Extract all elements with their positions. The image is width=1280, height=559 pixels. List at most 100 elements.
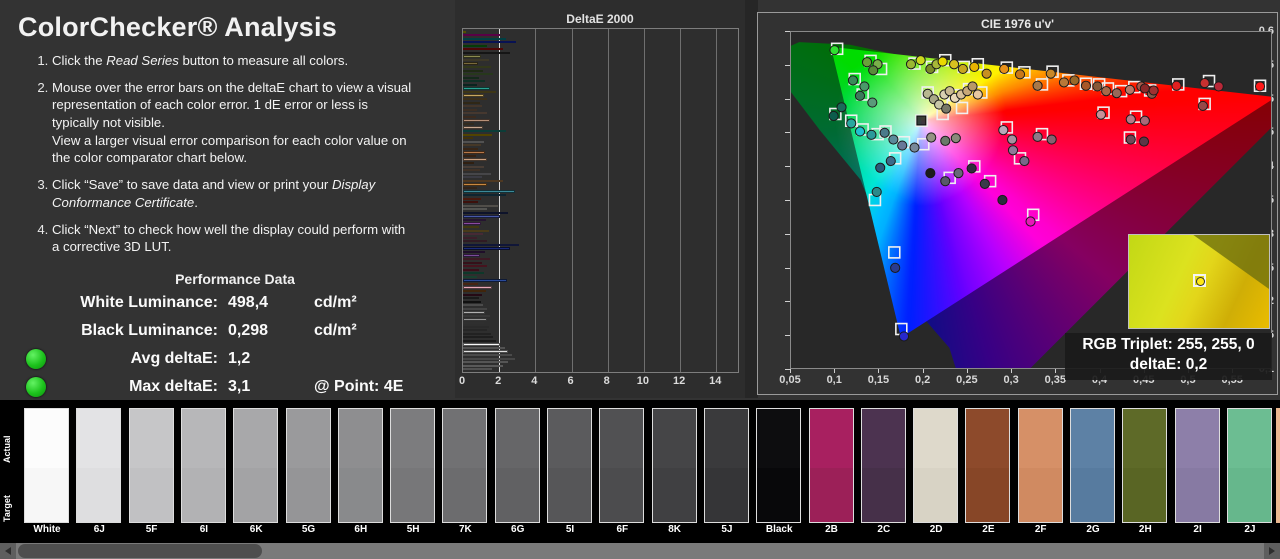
- deltae-bar[interactable]: [463, 73, 493, 75]
- deltae-bar[interactable]: [463, 98, 487, 100]
- deltae-bar[interactable]: [463, 155, 476, 157]
- deltae-bar[interactable]: [463, 226, 479, 228]
- deltae-bar[interactable]: [463, 176, 482, 178]
- deltae-bar[interactable]: [463, 343, 500, 345]
- deltae-bar[interactable]: [463, 311, 485, 313]
- deltae-bar[interactable]: [463, 294, 482, 296]
- deltae-bar[interactable]: [463, 173, 491, 175]
- deltae-bar[interactable]: [463, 297, 479, 299]
- deltae-bar[interactable]: [463, 361, 508, 363]
- deltae-bar[interactable]: [463, 205, 498, 207]
- deltae-bar[interactable]: [463, 84, 477, 86]
- deltae-bar[interactable]: [463, 119, 490, 121]
- deltae-bar[interactable]: [463, 219, 486, 221]
- deltae-bar[interactable]: [463, 230, 489, 232]
- deltae-bar[interactable]: [463, 308, 487, 310]
- deltae-bar[interactable]: [463, 123, 474, 125]
- deltae-bar[interactable]: [463, 94, 484, 96]
- deltae-bar[interactable]: [463, 87, 490, 89]
- deltae-bar[interactable]: [463, 301, 481, 303]
- deltae-bar[interactable]: [463, 70, 483, 72]
- deltae-bar[interactable]: [463, 169, 480, 171]
- deltae-bar[interactable]: [463, 130, 506, 132]
- deltae-bar[interactable]: [463, 194, 506, 196]
- deltae-bar[interactable]: [463, 148, 478, 150]
- deltae-bar[interactable]: [463, 318, 487, 320]
- deltae-bar[interactable]: [463, 262, 482, 264]
- deltae-bar[interactable]: [463, 151, 485, 153]
- deltae-bar[interactable]: [463, 354, 512, 356]
- deltae-bar[interactable]: [463, 166, 484, 168]
- deltae-bar[interactable]: [463, 290, 486, 292]
- deltae-bar[interactable]: [463, 66, 491, 68]
- deltae-bar[interactable]: [463, 34, 500, 36]
- deltae-bar[interactable]: [463, 276, 477, 278]
- deltae-bar[interactable]: [463, 333, 491, 335]
- deltae-bar[interactable]: [463, 180, 503, 182]
- deltae-bar[interactable]: [463, 322, 484, 324]
- deltae-bar[interactable]: [463, 272, 484, 274]
- deltae-bar[interactable]: [463, 198, 481, 200]
- horizontal-scrollbar[interactable]: [0, 543, 1280, 559]
- deltae-bar[interactable]: [463, 358, 515, 360]
- deltae-bar[interactable]: [463, 59, 489, 61]
- deltae-bar[interactable]: [463, 283, 478, 285]
- deltae-bar[interactable]: [463, 215, 500, 217]
- deltae-bar[interactable]: [463, 52, 510, 54]
- deltae-bar[interactable]: [463, 350, 508, 352]
- deltae-bar[interactable]: [463, 265, 487, 267]
- deltae-bar[interactable]: [463, 315, 490, 317]
- deltae-bar[interactable]: [463, 80, 485, 82]
- deltae-bar[interactable]: [463, 190, 515, 192]
- deltae-bar[interactable]: [463, 269, 479, 271]
- deltae-bar[interactable]: [463, 62, 478, 64]
- deltae-bar[interactable]: [463, 222, 481, 224]
- deltae-bar[interactable]: [463, 212, 508, 214]
- deltae-bar[interactable]: [463, 77, 479, 79]
- deltae-bar[interactable]: [463, 144, 481, 146]
- deltae-bar[interactable]: [463, 105, 482, 107]
- deltae-bar[interactable]: [463, 326, 489, 328]
- deltae-bar[interactable]: [463, 48, 503, 50]
- deltae-bar[interactable]: [463, 365, 503, 367]
- deltae-bar[interactable]: [463, 158, 487, 160]
- deltae-bar[interactable]: [463, 134, 492, 136]
- deltae-bar[interactable]: [463, 126, 483, 128]
- deltae-bar[interactable]: [463, 116, 476, 118]
- deltae-bar[interactable]: [463, 187, 477, 189]
- deltae-bar[interactable]: [463, 102, 480, 104]
- scrollbar-thumb[interactable]: [18, 544, 262, 558]
- deltae-bar[interactable]: [463, 208, 487, 210]
- deltae-bar[interactable]: [463, 368, 492, 370]
- deltae-bar[interactable]: [463, 41, 516, 43]
- deltae-bar[interactable]: [463, 201, 478, 203]
- deltae-bar[interactable]: [463, 31, 466, 33]
- deltae-bar[interactable]: [463, 286, 492, 288]
- deltae-bar[interactable]: [463, 183, 487, 185]
- deltae-bar[interactable]: [463, 340, 496, 342]
- deltae-bar[interactable]: [463, 304, 483, 306]
- scroll-right-button[interactable]: [1264, 543, 1280, 559]
- scroll-left-button[interactable]: [0, 543, 16, 559]
- deltae-bar[interactable]: [463, 55, 481, 57]
- deltae-bar[interactable]: [463, 329, 487, 331]
- deltae-bar[interactable]: [463, 45, 487, 47]
- deltae-bar[interactable]: [463, 141, 484, 143]
- deltae-bar[interactable]: [463, 91, 496, 93]
- deltae-bar[interactable]: [463, 38, 506, 40]
- deltae-bar[interactable]: [463, 347, 505, 349]
- deltae-bar[interactable]: [463, 137, 473, 139]
- deltae-bar[interactable]: [463, 112, 487, 114]
- deltae-bar[interactable]: [463, 258, 490, 260]
- deltae-bar[interactable]: [463, 162, 474, 164]
- deltae-bar[interactable]: [463, 233, 483, 235]
- deltae-bar[interactable]: [463, 254, 480, 256]
- deltae-bar[interactable]: [463, 240, 487, 242]
- deltae-bar[interactable]: [463, 237, 477, 239]
- deltae-bar[interactable]: [463, 244, 519, 246]
- deltae-bar[interactable]: [463, 279, 507, 281]
- deltae-bar[interactable]: [463, 109, 477, 111]
- deltae-bar[interactable]: [463, 336, 493, 338]
- deltae-bar[interactable]: [463, 247, 510, 249]
- deltae-bar[interactable]: [463, 251, 485, 253]
